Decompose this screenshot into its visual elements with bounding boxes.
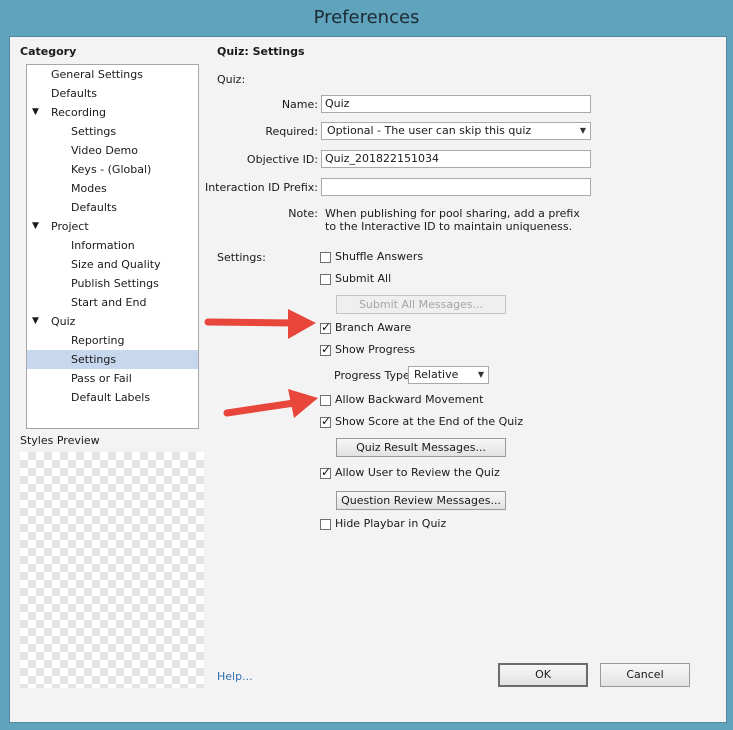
- tree-item-default-labels[interactable]: Default Labels: [27, 388, 198, 407]
- note-line-1: When publishing for pool sharing, add a …: [325, 207, 580, 220]
- check-icon: ✓: [321, 413, 332, 428]
- required-label: Required:: [265, 125, 318, 138]
- cancel-button[interactable]: Cancel: [600, 663, 690, 687]
- check-icon: ✓: [321, 319, 332, 334]
- tree-item-pass-or-fail[interactable]: Pass or Fail: [27, 369, 198, 388]
- objective-id-label: Objective ID:: [246, 153, 318, 166]
- category-tree[interactable]: General Settings Defaults ▼ Recording Set…: [26, 64, 199, 429]
- tree-item-video-demo[interactable]: Video Demo: [27, 141, 198, 160]
- quiz-result-messages-button[interactable]: Quiz Result Messages...: [336, 438, 506, 457]
- help-link[interactable]: Help...: [217, 670, 253, 683]
- objective-id-input[interactable]: Quiz_201822151034: [321, 150, 591, 168]
- interaction-id-prefix-input[interactable]: [321, 178, 591, 196]
- chevron-down-icon: ▼: [477, 370, 484, 379]
- annotation-arrow-allow-backward: [223, 389, 318, 418]
- tree-item-quiz[interactable]: ▼ Quiz: [27, 312, 198, 331]
- dialog-client: Category General Settings Defaults ▼ Reco…: [9, 36, 727, 723]
- tree-item-keys-global[interactable]: Keys - (Global): [27, 160, 198, 179]
- tree-item-quiz-settings[interactable]: Settings: [27, 350, 198, 369]
- tree-item-information[interactable]: Information: [27, 236, 198, 255]
- tree-item-recording-defaults[interactable]: Defaults: [27, 198, 198, 217]
- styles-preview-label: Styles Preview: [20, 434, 100, 447]
- category-heading: Category: [20, 45, 77, 58]
- tree-item-start-and-end[interactable]: Start and End: [27, 293, 198, 312]
- settings-label: Settings:: [217, 251, 266, 264]
- tree-item-recording-settings[interactable]: Settings: [27, 122, 198, 141]
- name-input[interactable]: Quiz: [321, 95, 591, 113]
- styles-preview-canvas: [20, 452, 204, 688]
- name-label: Name:: [281, 98, 318, 111]
- show-progress-checkbox[interactable]: ✓ Show Progress: [320, 341, 415, 359]
- collapse-arrow-icon[interactable]: ▼: [32, 103, 39, 122]
- tree-item-general-settings[interactable]: General Settings: [27, 65, 198, 84]
- window-title: Preferences: [313, 7, 420, 28]
- show-score-checkbox[interactable]: ✓ Show Score at the End of the Quiz: [320, 413, 523, 431]
- question-review-messages-button[interactable]: Question Review Messages...: [336, 491, 506, 510]
- tree-item-reporting[interactable]: Reporting: [27, 331, 198, 350]
- shuffle-answers-checkbox[interactable]: Shuffle Answers: [320, 250, 423, 266]
- ok-button[interactable]: OK: [498, 663, 588, 687]
- note-label: Note:: [288, 207, 318, 220]
- progress-type-label: Progress Type:: [334, 369, 414, 382]
- tree-item-recording[interactable]: ▼ Recording: [27, 103, 198, 122]
- panel-title: Quiz: Settings: [217, 45, 305, 58]
- allow-backward-movement-checkbox[interactable]: Allow Backward Movement: [320, 393, 483, 409]
- allow-review-checkbox[interactable]: ✓ Allow User to Review the Quiz: [320, 464, 500, 482]
- collapse-arrow-icon[interactable]: ▼: [32, 312, 39, 331]
- preferences-window: Preferences Category General Settings De…: [0, 0, 733, 730]
- required-select[interactable]: Optional - The user can skip this quiz ▼: [321, 122, 591, 140]
- interaction-id-prefix-label: Interaction ID Prefix:: [204, 181, 318, 194]
- chevron-down-icon: ▼: [579, 126, 586, 135]
- progress-type-select[interactable]: Relative ▼: [408, 366, 489, 384]
- tree-item-size-and-quality[interactable]: Size and Quality: [27, 255, 198, 274]
- tree-item-project[interactable]: ▼ Project: [27, 217, 198, 236]
- check-icon: ✓: [321, 341, 332, 356]
- branch-aware-checkbox[interactable]: ✓ Branch Aware: [320, 319, 411, 337]
- tree-item-defaults[interactable]: Defaults: [27, 84, 198, 103]
- submit-all-checkbox[interactable]: Submit All: [320, 272, 391, 288]
- tree-item-modes[interactable]: Modes: [27, 179, 198, 198]
- check-icon: ✓: [321, 464, 332, 479]
- hide-playbar-checkbox[interactable]: Hide Playbar in Quiz: [320, 517, 446, 533]
- collapse-arrow-icon[interactable]: ▼: [32, 217, 39, 236]
- quiz-section-label: Quiz:: [217, 73, 246, 86]
- note-line-2: to the Interactive ID to maintain unique…: [325, 220, 573, 233]
- submit-all-messages-button[interactable]: Submit All Messages...: [336, 295, 506, 314]
- tree-item-publish-settings[interactable]: Publish Settings: [27, 274, 198, 293]
